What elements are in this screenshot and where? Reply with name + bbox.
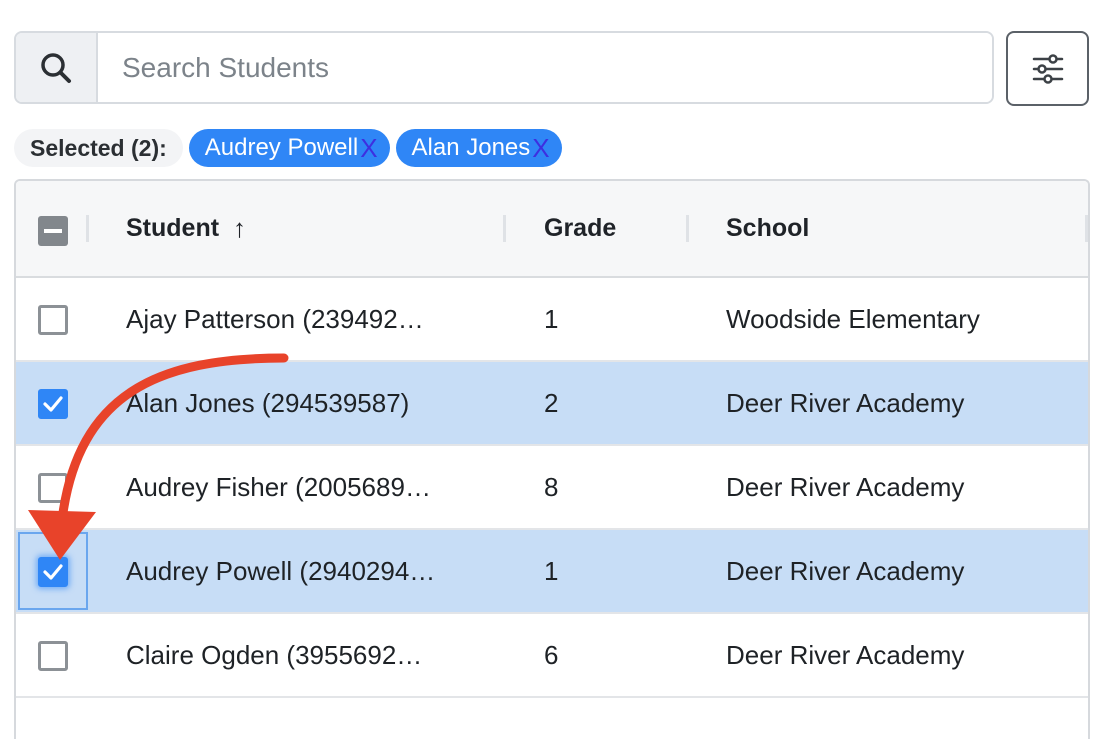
school-cell: Deer River Academy (726, 639, 965, 670)
student-cell: Audrey Fisher (2005689… (126, 471, 431, 502)
search-input[interactable] (98, 33, 992, 102)
table-row[interactable]: Alan Jones (294539587) 2 Deer River Acad… (16, 362, 1088, 446)
sliders-icon (1032, 53, 1063, 84)
student-cell: Audrey Powell (2940294… (126, 555, 436, 586)
column-header-label: Student (126, 214, 220, 242)
row-checkbox[interactable] (38, 557, 68, 587)
grade-cell: 8 (544, 471, 559, 502)
indeterminate-checkbox-icon (44, 229, 62, 233)
table-row[interactable]: Ajay Patterson (239492… 1 Woodside Eleme… (16, 278, 1088, 362)
search-bar (14, 31, 994, 104)
column-separator[interactable] (1085, 215, 1088, 242)
column-header-student[interactable]: Student ↑ (126, 181, 246, 276)
students-table: Student ↑ Grade School Ajay Patterson (2… (14, 179, 1090, 739)
column-header-grade[interactable]: Grade (544, 181, 616, 276)
search-button[interactable] (16, 33, 98, 102)
row-checkbox[interactable] (38, 305, 68, 335)
school-cell: Deer River Academy (726, 387, 965, 418)
grade-cell: 1 (544, 555, 559, 586)
column-separator[interactable] (503, 215, 506, 242)
school-cell: Deer River Academy (726, 471, 965, 502)
column-separator (86, 215, 89, 242)
table-row[interactable]: Audrey Fisher (2005689… 8 Deer River Aca… (16, 446, 1088, 530)
search-icon (41, 52, 71, 83)
row-checkbox[interactable] (38, 389, 68, 419)
chip-label: Alan Jones (411, 134, 531, 161)
table-header: Student ↑ Grade School (16, 181, 1088, 278)
selected-chip[interactable]: Alan Jones X (395, 129, 562, 167)
selected-chip[interactable]: Audrey Powell X (188, 129, 390, 167)
sort-ascending-icon[interactable]: ↑ (233, 213, 246, 244)
column-header-label: Grade (544, 214, 617, 242)
chip-label: Audrey Powell (204, 134, 359, 161)
grade-cell: 6 (544, 639, 559, 670)
column-separator[interactable] (686, 215, 689, 242)
checkmark-icon (43, 564, 63, 580)
school-cell: Deer River Academy (726, 555, 965, 586)
student-cell: Alan Jones (294539587) (126, 387, 410, 418)
column-header-label: School (726, 214, 810, 242)
row-checkbox[interactable] (38, 641, 68, 671)
selected-count-label: Selected (2): (14, 129, 183, 167)
column-header-school[interactable]: School (726, 181, 809, 276)
filter-button[interactable] (1006, 31, 1089, 106)
grade-cell: 1 (544, 303, 559, 334)
student-cell: Claire Ogden (3955692… (126, 639, 423, 670)
table-row[interactable]: Audrey Powell (2940294… 1 Deer River Aca… (16, 530, 1088, 614)
checkmark-icon (43, 396, 63, 412)
remove-chip-icon[interactable]: X (532, 135, 549, 161)
row-checkbox[interactable] (38, 473, 68, 503)
table-row[interactable]: Claire Ogden (3955692… 6 Deer River Acad… (16, 614, 1088, 698)
school-cell: Woodside Elementary (726, 303, 980, 334)
remove-chip-icon[interactable]: X (360, 135, 377, 161)
student-cell: Ajay Patterson (239492… (126, 303, 424, 334)
select-all-checkbox[interactable] (38, 216, 68, 246)
selected-students: Selected (2): Audrey Powell X Alan Jones… (14, 129, 562, 167)
grade-cell: 2 (544, 387, 559, 418)
